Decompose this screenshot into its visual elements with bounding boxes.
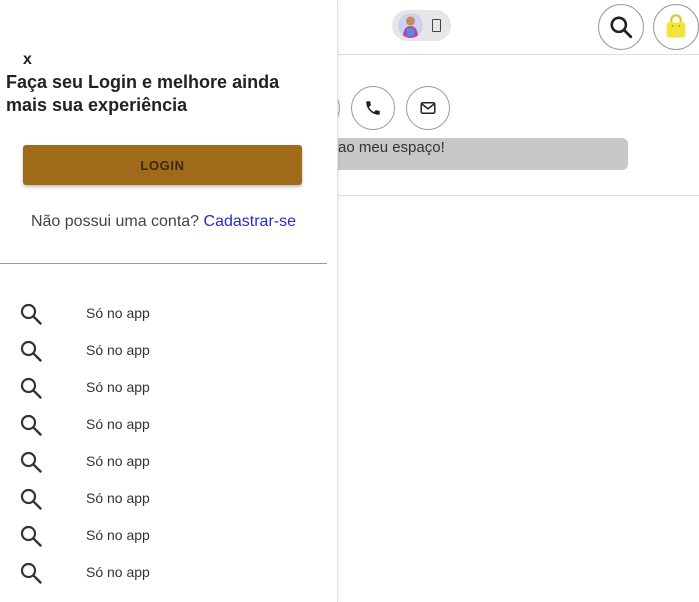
menu-item-label: Só no app (86, 342, 150, 358)
menu-item[interactable]: Só no app (0, 331, 327, 368)
search-icon (610, 16, 633, 39)
email-icon (420, 102, 436, 114)
email-button[interactable] (406, 86, 450, 130)
header-search-button[interactable] (598, 4, 644, 50)
signup-link[interactable]: Cadastrar-se (204, 213, 296, 230)
menu-item-label: Só no app (86, 527, 150, 543)
search-icon (20, 488, 42, 510)
phone-button[interactable] (351, 86, 395, 130)
message-text: ao meu espaço! (338, 139, 445, 156)
search-icon (20, 303, 42, 325)
language-toggle[interactable] (392, 10, 451, 41)
search-icon (20, 451, 42, 473)
menu-item[interactable]: Só no app (0, 368, 327, 405)
menu-item-label: Só no app (86, 416, 150, 432)
search-icon (20, 377, 42, 399)
message-bar: ao meu espaço! (300, 138, 628, 170)
menu-item[interactable]: Só no app (0, 479, 327, 516)
drawer-divider (0, 263, 327, 264)
header-bag-button[interactable] (653, 4, 699, 50)
menu-item[interactable]: Só no app (0, 442, 327, 479)
login-button[interactable]: LOGIN (23, 145, 302, 185)
search-icon (20, 525, 42, 547)
menu-list: Só no app Só no app Só no app Só no app … (0, 294, 327, 590)
menu-item[interactable]: Só no app (0, 553, 327, 590)
search-icon (20, 340, 42, 362)
menu-item-label: Só no app (86, 453, 150, 469)
menu-item-label: Só no app (86, 305, 150, 321)
avatar (398, 13, 423, 38)
menu-item-label: Só no app (86, 379, 150, 395)
phone-icon (366, 101, 380, 115)
signup-prompt-line: Não possui uma conta? Cadastrar-se (0, 213, 327, 231)
close-button[interactable]: x (23, 51, 32, 69)
search-icon (20, 414, 42, 436)
login-drawer: x Faça seu Login e melhore ainda mais su… (0, 0, 338, 602)
drawer-title: Faça seu Login e melhore ainda mais sua … (6, 72, 280, 115)
shopping-bag-icon (666, 14, 686, 38)
menu-item-label: Só no app (86, 490, 150, 506)
menu-item[interactable]: Só no app (0, 516, 327, 553)
signup-prompt: Não possui uma conta? (30, 213, 200, 230)
menu-item[interactable]: Só no app (0, 294, 327, 331)
menu-item-label: Só no app (86, 564, 150, 580)
menu-item[interactable]: Só no app (0, 405, 327, 442)
language-icon (432, 19, 441, 32)
search-icon (20, 562, 42, 584)
